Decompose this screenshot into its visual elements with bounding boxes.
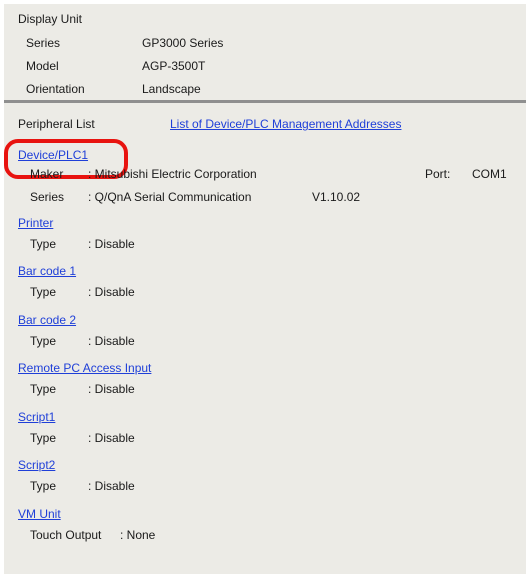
barcode1-link[interactable]: Bar code 1	[18, 264, 76, 278]
script1-link[interactable]: Script1	[18, 410, 55, 424]
maker-value: : Mitsubishi Electric Corporation	[88, 167, 257, 181]
display-orientation-value: Landscape	[142, 82, 201, 96]
script1-type-label: Type	[30, 431, 57, 445]
device-plc-link[interactable]: Device/PLC1	[18, 148, 88, 162]
touch-output-label: Touch Output	[30, 528, 102, 542]
series-value: : Q/QnA Serial Communication	[88, 190, 252, 204]
remote-pc-type-label: Type	[30, 382, 57, 396]
driver-version: V1.10.02	[312, 190, 361, 204]
peripheral-list-heading: Peripheral List	[18, 117, 95, 131]
script1-type-value: : Disable	[88, 431, 135, 445]
barcode2-type-value: : Disable	[88, 334, 135, 348]
barcode1-type-value: : Disable	[88, 285, 135, 299]
management-addresses-link[interactable]: List of Device/PLC Management Addresses	[170, 117, 401, 131]
display-series-value: GP3000 Series	[142, 36, 224, 50]
remote-pc-access-link[interactable]: Remote PC Access Input	[18, 361, 151, 375]
series-label: Series	[30, 190, 65, 204]
touch-output-value: : None	[120, 528, 156, 542]
display-model-value: AGP-3500T	[142, 59, 206, 73]
display-series-label: Series	[26, 36, 61, 50]
maker-label: Maker	[30, 167, 64, 181]
port-value: COM1	[472, 167, 507, 181]
display-model-label: Model	[26, 59, 59, 73]
barcode2-link[interactable]: Bar code 2	[18, 313, 76, 327]
section-divider	[4, 100, 526, 103]
barcode1-type-label: Type	[30, 285, 57, 299]
port-label: Port:	[425, 167, 451, 181]
printer-link[interactable]: Printer	[18, 216, 53, 230]
printer-type-value: : Disable	[88, 237, 135, 251]
script2-type-label: Type	[30, 479, 57, 493]
script2-link[interactable]: Script2	[18, 458, 55, 472]
printer-type-label: Type	[30, 237, 57, 251]
barcode2-type-label: Type	[30, 334, 57, 348]
display-orientation-label: Orientation	[26, 82, 85, 96]
remote-pc-type-value: : Disable	[88, 382, 135, 396]
vm-unit-link[interactable]: VM Unit	[18, 507, 61, 521]
display-unit-heading: Display Unit	[18, 12, 83, 26]
info-panel: Display Unit Series GP3000 Series Model …	[4, 4, 526, 574]
script2-type-value: : Disable	[88, 479, 135, 493]
